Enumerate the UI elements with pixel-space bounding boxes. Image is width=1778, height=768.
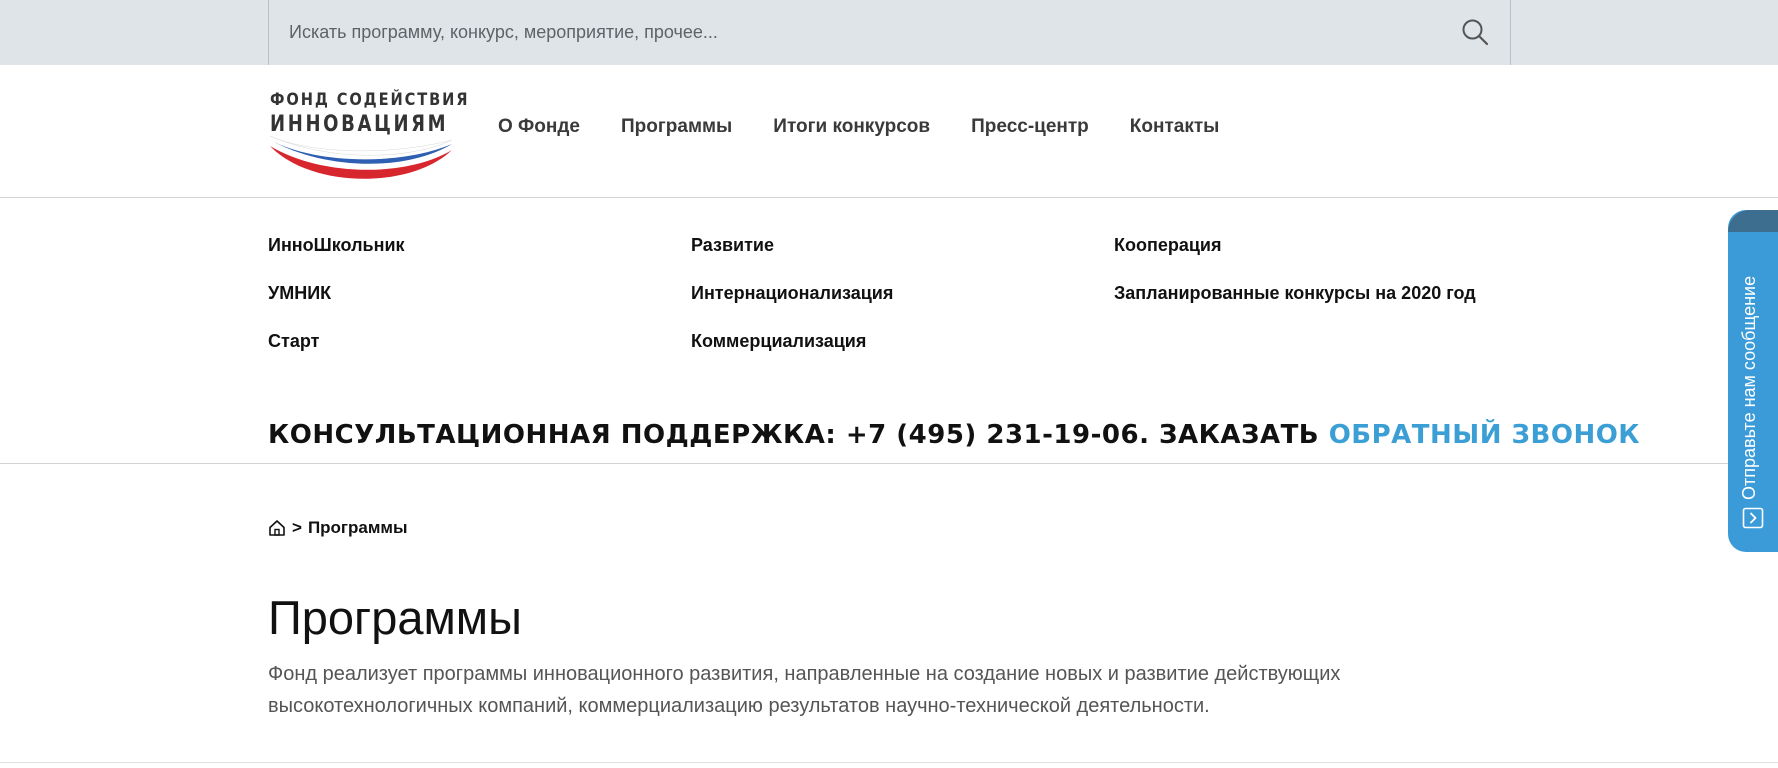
nav-item-programs[interactable]: Программы [621, 116, 732, 138]
search-box [268, 0, 1511, 65]
breadcrumb: > Программы [268, 518, 408, 538]
main-nav: О Фонде Программы Итоги конкурсов Пресс-… [498, 116, 1260, 138]
nav-item-contest-results[interactable]: Итоги конкурсов [773, 116, 930, 138]
divider [0, 762, 1778, 763]
nav-item-contacts[interactable]: Контакты [1130, 116, 1220, 138]
programs-menu-column-3: Кооперация Запланированные конкурсы на 2… [1114, 235, 1476, 331]
programs-menu-column-2: Развитие Интернационализация Коммерциали… [691, 235, 893, 379]
page-title: Программы [268, 591, 522, 644]
search-icon[interactable] [1460, 17, 1490, 47]
top-search-bar [0, 0, 1778, 65]
chevron-right-icon [1742, 507, 1764, 529]
menu-item-commercialization[interactable]: Коммерциализация [691, 331, 893, 379]
nav-item-about[interactable]: О Фонде [498, 116, 580, 138]
menu-item-razvitie[interactable]: Развитие [691, 235, 893, 283]
feedback-label: Отправьте нам сообщение [1739, 275, 1759, 500]
menu-item-cooperation[interactable]: Кооперация [1114, 235, 1476, 283]
menu-item-umnik[interactable]: УМНИК [268, 283, 405, 331]
menu-item-planned-contests[interactable]: Запланированные конкурсы на 2020 год [1114, 283, 1476, 331]
site-header: ФОНД СОДЕЙСТВИЯ ИННОВАЦИЯМ О Фонде Прогр… [0, 65, 1778, 198]
programs-menu: ИнноШкольник УМНИК Старт Развитие Интерн… [268, 235, 1568, 375]
menu-item-innoshkolnik[interactable]: ИнноШкольник [268, 235, 405, 283]
callback-link[interactable]: ОБРАТНЫЙ ЗВОНОК [1329, 420, 1640, 450]
programs-menu-column-1: ИнноШкольник УМНИК Старт [268, 235, 405, 379]
feedback-tab[interactable]: Отправьте нам сообщение [1728, 210, 1778, 552]
menu-item-internationalization[interactable]: Интернационализация [691, 283, 893, 331]
page-intro: Фонд реализует программы инновационного … [268, 663, 1341, 717]
feedback-tab-cap [1728, 210, 1778, 232]
menu-item-start[interactable]: Старт [268, 331, 405, 379]
logo[interactable]: ФОНД СОДЕЙСТВИЯ ИННОВАЦИЯМ [270, 90, 468, 190]
breadcrumb-current: Программы [307, 518, 408, 537]
breadcrumb-separator: > [292, 518, 302, 537]
divider [0, 463, 1778, 464]
support-line: КОНСУЛЬТАЦИОННАЯ ПОДДЕРЖКА: +7 (495) 231… [268, 420, 1640, 450]
logo-line-1: ФОНД СОДЕЙСТВИЯ [270, 90, 470, 110]
logo-swoosh [270, 135, 452, 179]
search-input[interactable] [269, 0, 1510, 65]
home-icon[interactable] [268, 519, 286, 537]
support-text: КОНСУЛЬТАЦИОННАЯ ПОДДЕРЖКА: +7 (495) 231… [268, 420, 1320, 450]
nav-item-press-center[interactable]: Пресс-центр [971, 116, 1089, 138]
